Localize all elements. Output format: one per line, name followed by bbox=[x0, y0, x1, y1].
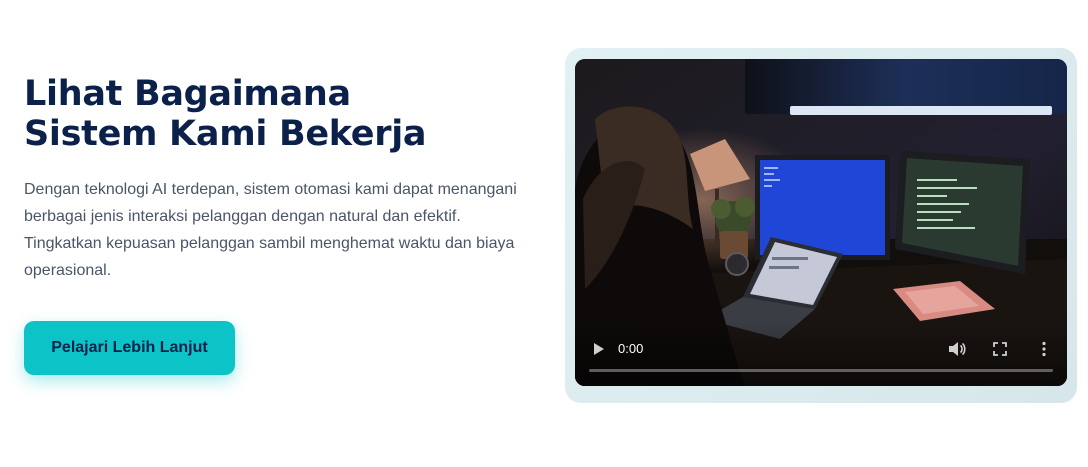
video-player[interactable]: 0:00 bbox=[575, 59, 1067, 386]
video-progress-bar[interactable] bbox=[589, 369, 1053, 372]
video-current-time: 0:00 bbox=[618, 341, 644, 356]
hero-text: Lihat Bagaimana Sistem Kami Bekerja Deng… bbox=[24, 74, 534, 284]
learn-more-button[interactable]: Pelajari Lebih Lanjut bbox=[24, 321, 235, 375]
video-card: 0:00 bbox=[565, 48, 1077, 403]
page: Lihat Bagaimana Sistem Kami Bekerja Deng… bbox=[0, 0, 1088, 467]
video-controls: 0:00 bbox=[575, 322, 1067, 386]
more-options-icon[interactable] bbox=[1041, 341, 1047, 357]
volume-icon[interactable] bbox=[948, 341, 966, 357]
hero-title: Lihat Bagaimana Sistem Kami Bekerja bbox=[24, 74, 427, 154]
fullscreen-icon[interactable] bbox=[993, 342, 1007, 356]
hero-description: Dengan teknologi AI terdepan, sistem oto… bbox=[24, 181, 517, 279]
play-icon[interactable] bbox=[591, 342, 605, 356]
